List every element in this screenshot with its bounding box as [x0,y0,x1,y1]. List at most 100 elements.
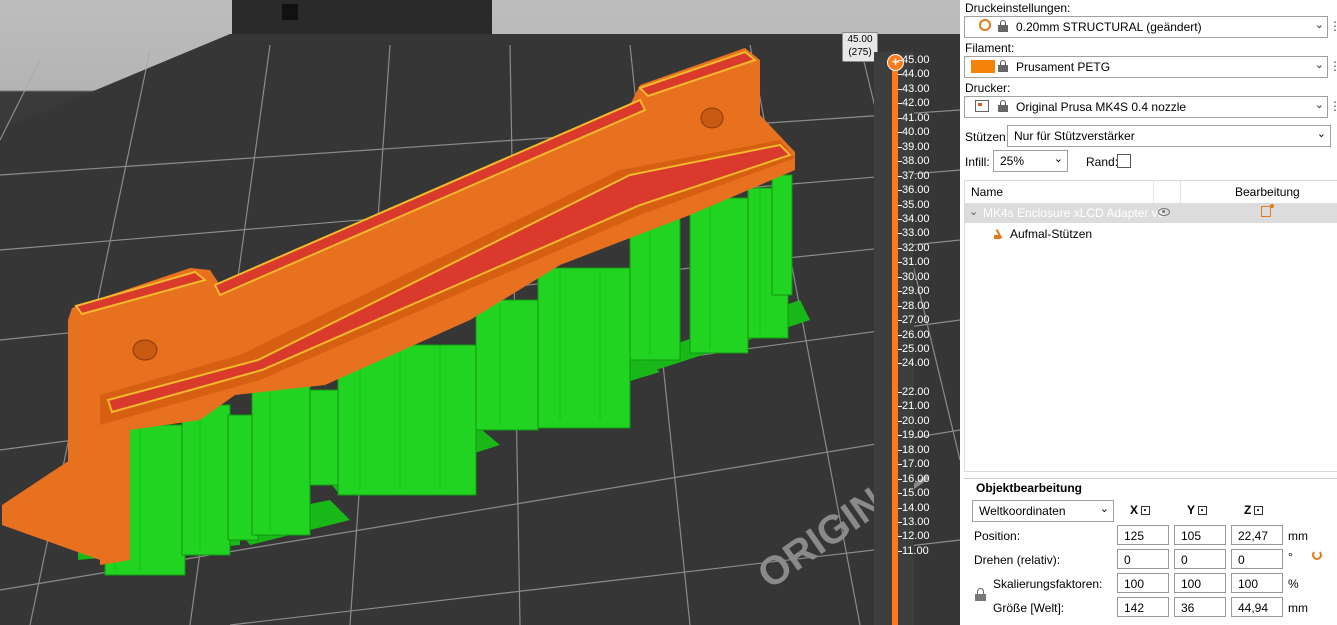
uniform-scale-lock-icon[interactable] [975,588,986,601]
layer-tick-label: 22.00 [898,385,930,398]
lock-icon [998,60,1008,72]
object-row[interactable]: ⌄ MK4s Enclosure xLCD Adapter v5 [965,203,1337,223]
supports-label: Stützen: [965,130,1010,144]
position-x-field[interactable]: 125 [1117,525,1169,545]
filament-value: Prusament PETG [1016,60,1111,74]
filament-combo[interactable]: Prusament PETG ⌄ [964,56,1328,78]
layer-tick-label: 43.00 [898,82,930,95]
layer-tick-label: 36.00 [898,184,930,197]
scale-z-field[interactable]: 100 [1231,573,1283,593]
print-preview-scene: ORIGINAL [0,0,960,625]
lock-icon [998,20,1008,32]
position-unit: mm [1288,529,1308,543]
layer-tick-label: 28.00 [898,299,930,312]
coordinate-system-combo[interactable]: Weltkoordinaten ⌄ [972,500,1114,522]
slider-top-layer: (275) [848,47,872,58]
layer-tick-label: 38.00 [898,155,930,168]
print-settings-value: 0.20mm STRUCTURAL (geändert) [1016,20,1202,34]
layer-tick-label: 40.00 [898,126,930,139]
layer-tick-label: 17.00 [898,458,930,471]
scale-unit: % [1288,577,1299,591]
layer-tick-label: 14.00 [898,501,930,514]
layer-tick-label: 37.00 [898,169,930,182]
brim-label: Rand: [1086,155,1119,169]
print-settings-more-icon[interactable]: ⋮ [1329,19,1337,33]
layer-tick-label: 15.00 [898,487,930,500]
axis-x-header: X [1130,503,1151,517]
size-unit: mm [1288,601,1308,615]
coordinate-system-value: Weltkoordinaten [979,504,1066,518]
axis-drop-icon[interactable] [1141,506,1151,515]
object-list-header: Name Bearbeitung [965,181,1337,204]
rotate-y-field[interactable]: 0 [1174,549,1226,569]
rotate-unit: ° [1288,550,1293,564]
reset-rotation-icon[interactable] [1312,550,1322,560]
axis-drop-icon[interactable] [1254,506,1264,515]
layer-tick-label: 26.00 [898,328,930,341]
chevron-down-icon: ⌄ [1314,99,1324,111]
filament-more-icon[interactable]: ⋮ [1329,59,1337,73]
chevron-down-icon: ⌄ [1099,503,1109,515]
size-label: Größe [Welt]: [993,601,1065,615]
column-name[interactable]: Name [971,185,1003,199]
layer-tick-label: 24.00 [898,357,930,370]
layer-tick-label: 11.00 [898,544,929,557]
chevron-down-icon: ⌄ [1316,128,1326,140]
position-z-field[interactable]: 22,47 [1231,525,1283,545]
layer-tick-label: 20.00 [898,414,930,427]
eye-icon[interactable] [1158,208,1170,216]
size-y-field[interactable]: 36 [1174,597,1226,617]
layer-tick-label: 12.00 [898,530,930,543]
axis-y-header: Y [1187,503,1208,517]
frame-block [282,4,298,20]
brim-checkbox[interactable] [1117,154,1131,168]
printer-combo[interactable]: Original Prusa MK4S 0.4 nozzle ⌄ [964,96,1328,118]
supports-value: Nur für Stützverstärker [1014,129,1135,143]
layer-tick-label: 35.00 [898,198,930,211]
layer-tick-label: 19.00 [898,429,930,442]
rotate-x-field[interactable]: 0 [1117,549,1169,569]
slider-top-label: 45.00 (275) [842,32,878,62]
layer-tick-label: 32.00 [898,241,930,254]
layer-tick-label: 25.00 [898,343,930,355]
printer-more-icon[interactable]: ⋮ [1329,99,1337,113]
layer-tick-label: 33.00 [898,227,930,240]
filament-color-swatch[interactable] [971,60,995,73]
position-y-field[interactable]: 105 [1174,525,1226,545]
layer-tick-label: 29.00 [898,285,930,298]
layer-tick-label: 39.00 [898,140,930,153]
scale-y-field[interactable]: 100 [1174,573,1226,593]
expand-chevron-icon[interactable]: ⌄ [969,205,978,218]
sidebar-panel: Druckeinstellungen: 0.20mm STRUCTURAL (g… [960,0,1337,625]
size-x-field[interactable]: 142 [1117,597,1169,617]
print-settings-label: Druckeinstellungen: [965,1,1071,15]
layer-tick-label: 34.00 [898,212,930,225]
layer-tick-label: 18.00 [898,443,930,456]
infill-combo[interactable]: 25% ⌄ [993,150,1068,172]
scale-label: Skalierungsfaktoren: [993,577,1103,591]
3d-viewport[interactable]: ORIGINAL 45.00 (275) + 45.00 44.00 43.00… [0,0,960,625]
child-item-paint-supports[interactable]: Aufmal-Stützen [1010,227,1092,241]
layer-tick-label: 13.00 [898,515,930,528]
layer-tick-label: 21.00 [898,400,930,413]
filament-label: Filament: [965,41,1015,55]
lock-icon [998,100,1008,112]
edit-settings-icon[interactable] [1261,204,1274,217]
layer-tick-label: 30.00 [898,270,930,283]
printer-value: Original Prusa MK4S 0.4 nozzle [1016,100,1187,114]
object-manipulation-title: Objektbearbeitung [976,481,1083,495]
axis-drop-icon[interactable] [1198,506,1208,515]
print-settings-combo[interactable]: 0.20mm STRUCTURAL (geändert) ⌄ [964,16,1328,38]
layer-slider-bar[interactable] [892,60,898,625]
scale-x-field[interactable]: 100 [1117,573,1169,593]
layer-tick-label: 31.00 [898,256,930,269]
size-z-field[interactable]: 44,94 [1231,597,1283,617]
rotate-z-field[interactable]: 0 [1231,549,1283,569]
rotate-label: Drehen (relativ): [974,553,1061,567]
object-list[interactable]: Name Bearbeitung ⌄ MK4s Enclosure xLCD A… [964,180,1337,472]
object-name[interactable]: MK4s Enclosure xLCD Adapter v5 [983,206,1164,220]
supports-combo[interactable]: Nur für Stützverstärker ⌄ [1007,125,1331,147]
column-edit[interactable]: Bearbeitung [1235,185,1300,199]
gear-icon [979,19,991,31]
infill-value: 25% [1000,154,1025,168]
